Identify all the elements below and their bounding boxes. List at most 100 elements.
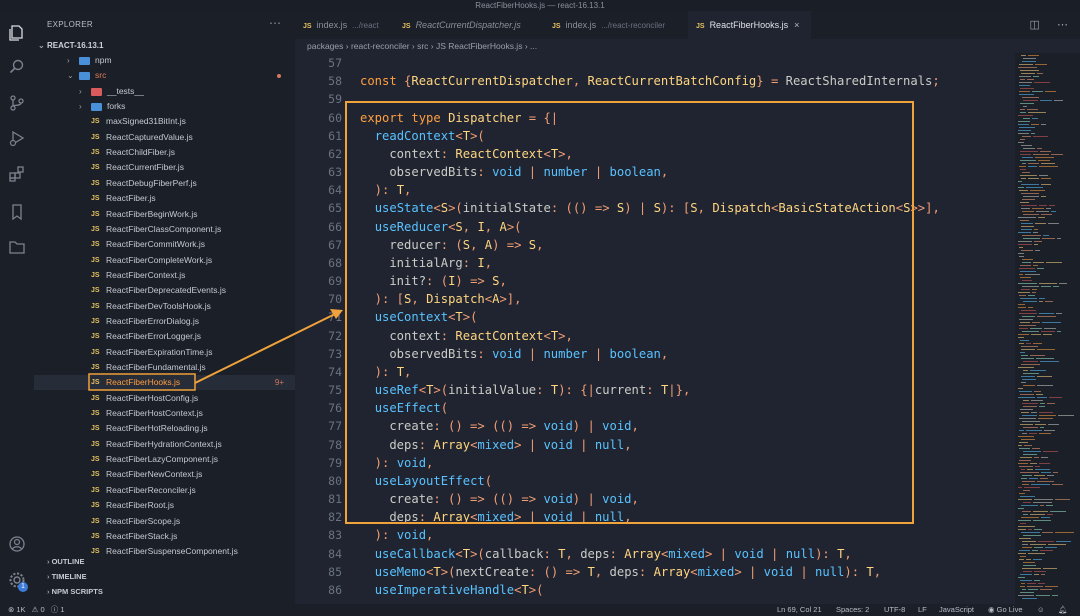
minimap-stroke (1022, 568, 1041, 569)
file-item[interactable]: JS ReactFiberNewContext.js (34, 467, 295, 482)
close-icon[interactable]: × (794, 20, 799, 30)
file-item[interactable]: JS ReactFiberRoot.js (34, 498, 295, 513)
breadcrumb-item[interactable]: src (417, 41, 428, 51)
folder-icon[interactable] (7, 237, 27, 257)
search-icon[interactable] (7, 57, 27, 77)
file-item[interactable]: JS ReactFiberExpirationTime.js (34, 345, 295, 360)
file-item[interactable]: JS ReactChildFiber.js (34, 145, 295, 160)
minimap-stroke (1022, 547, 1032, 548)
code-token: < (543, 146, 551, 161)
language-mode[interactable]: JavaScript (939, 604, 974, 616)
file-item[interactable]: JS ReactFiberFundamental.js (34, 360, 295, 375)
minimap-stroke (1023, 370, 1028, 371)
editor-tab[interactable]: JS index.js .../react (295, 11, 394, 39)
file-item[interactable]: JS ReactCurrentFiber.js (34, 160, 295, 175)
file-item[interactable]: JS ReactFiberErrorDialog.js (34, 314, 295, 329)
sidebar-section-npm-scripts[interactable]: › NPM SCRIPTS (34, 584, 295, 599)
extensions-icon[interactable] (7, 164, 27, 184)
code-token: | (521, 346, 544, 361)
line-ending[interactable]: LF (918, 604, 927, 616)
chevron-icon[interactable]: › (79, 84, 82, 99)
minimap-stroke (1041, 457, 1048, 458)
editor-tab[interactable]: JS ReactFiberHooks.js × (688, 11, 811, 39)
javascript-file-icon: JS (91, 271, 100, 279)
sidebar-section-timeline[interactable]: › TIMELINE (34, 569, 295, 584)
file-item[interactable]: JS ReactFiberCompleteWork.js (34, 253, 295, 268)
file-item[interactable]: JS ReactFiberHostConfig.js (34, 391, 295, 406)
file-item[interactable]: JS ReactFiberBeginWork.js (34, 207, 295, 222)
settings-gear-icon[interactable]: 1 (7, 570, 28, 592)
folder-item[interactable]: › npm (34, 53, 295, 68)
folder-item[interactable]: ⌄ src (34, 68, 295, 83)
file-item[interactable]: JS maxSigned31BitInt.js (34, 114, 295, 129)
line-number: 64 (328, 183, 342, 198)
ellipsis-icon[interactable]: ⋯ (1057, 19, 1068, 31)
chevron-icon[interactable]: ⌄ (67, 68, 74, 83)
go-live-button[interactable]: ◉ Go Live (988, 604, 1023, 616)
code-token: void (492, 165, 522, 180)
chevron-icon[interactable]: › (67, 53, 70, 68)
breadcrumb-item[interactable]: packages (307, 41, 343, 51)
folder-item[interactable]: › __tests__ (34, 84, 295, 99)
file-item[interactable]: JS ReactFiberCommitWork.js (34, 237, 295, 252)
code-token: S (653, 201, 661, 216)
file-item[interactable]: JS ReactFiberClassComponent.js (34, 222, 295, 237)
minimap-stroke (1021, 505, 1038, 506)
breadcrumb-item[interactable]: JS ReactFiberHooks.js (436, 41, 522, 51)
code-line: 68 initialArg: I, (295, 254, 1015, 272)
file-item[interactable]: JS ReactFiberHydrationContext.js (34, 437, 295, 452)
file-item[interactable]: JS ReactFiberLazyComponent.js (34, 452, 295, 467)
file-item[interactable]: JS ReactFiberReconciler.js (34, 483, 295, 498)
file-item[interactable]: JS ReactFiber.js (34, 191, 295, 206)
minimap-stroke (1019, 82, 1032, 83)
minimap-stroke (1034, 547, 1043, 548)
file-item[interactable]: JS ReactFiberHotReloading.js (34, 421, 295, 436)
file-item[interactable]: JS ReactFiberErrorLogger.js (34, 329, 295, 344)
code-line: 58 const {ReactCurrentDispatcher, ReactCu… (295, 72, 1015, 90)
ellipsis-icon[interactable]: ⋯ (269, 16, 281, 30)
minimap-stroke (1019, 64, 1033, 65)
bookmark-icon[interactable] (7, 202, 27, 222)
file-item[interactable]: JS ReactFiberScope.js (34, 514, 295, 529)
minimap-stroke (1022, 484, 1029, 485)
encoding[interactable]: UTF-8 (884, 604, 905, 616)
minimap[interactable] (1015, 53, 1080, 604)
cursor-position[interactable]: Ln 69, Col 21 (777, 604, 822, 616)
code-token: Array (624, 546, 661, 561)
notifications-bell-icon[interactable]: 🔔︎ (1058, 604, 1068, 616)
feedback-icon[interactable]: ☺ (1037, 604, 1045, 616)
editor-tab[interactable]: JS index.js .../react-reconciler (544, 11, 688, 39)
breadcrumb-item[interactable]: react-reconciler (351, 41, 410, 51)
minimap-stroke (1021, 583, 1025, 584)
sidebar-section-outline[interactable]: › OUTLINE (34, 554, 295, 569)
code-editor[interactable]: 57 58 const {ReactCurrentDispatcher, React… (295, 53, 1015, 604)
minimap-stroke (1022, 163, 1026, 164)
file-item[interactable]: JS ReactFiberHooks.js 9+ (34, 375, 295, 391)
file-item[interactable]: JS ReactDebugFiberPerf.js (34, 176, 295, 191)
chevron-icon[interactable]: › (79, 99, 82, 114)
minimap-stroke (1039, 175, 1048, 176)
code-token: ): (360, 364, 397, 379)
file-item[interactable]: JS ReactFiberHostContext.js (34, 406, 295, 421)
minimap-stroke (1036, 358, 1054, 359)
folder-item[interactable]: › forks (34, 99, 295, 114)
breadcrumb-item[interactable]: ... (530, 41, 537, 51)
editor-tab[interactable]: JS ReactCurrentDispatcher.js (394, 11, 544, 39)
code-text: export type Dispatcher = {| (360, 109, 558, 127)
minimap-stroke (1037, 148, 1042, 149)
run-debug-icon[interactable] (7, 128, 27, 148)
split-editor-icon[interactable]: ◫ (1030, 19, 1040, 31)
file-item[interactable]: JS ReactFiberDeprecatedEvents.js (34, 283, 295, 298)
account-icon[interactable] (7, 534, 27, 554)
problems-indicator[interactable]: ⊗ 1K ⚠ 0 ⓘ 1 (8, 604, 65, 616)
file-item[interactable]: JS ReactFiberStack.js (34, 529, 295, 544)
workspace-root[interactable]: ⌄ REACT-16.13.1 (34, 39, 295, 53)
code-token: , (873, 564, 882, 579)
file-item[interactable]: JS ReactCapturedValue.js (34, 130, 295, 145)
folder-label: src (95, 70, 107, 81)
indentation[interactable]: Spaces: 2 (836, 604, 869, 616)
file-item[interactable]: JS ReactFiberDevToolsHook.js (34, 299, 295, 314)
file-item[interactable]: JS ReactFiberContext.js (34, 268, 295, 283)
source-control-icon[interactable] (7, 93, 27, 113)
files-icon[interactable] (7, 23, 27, 43)
